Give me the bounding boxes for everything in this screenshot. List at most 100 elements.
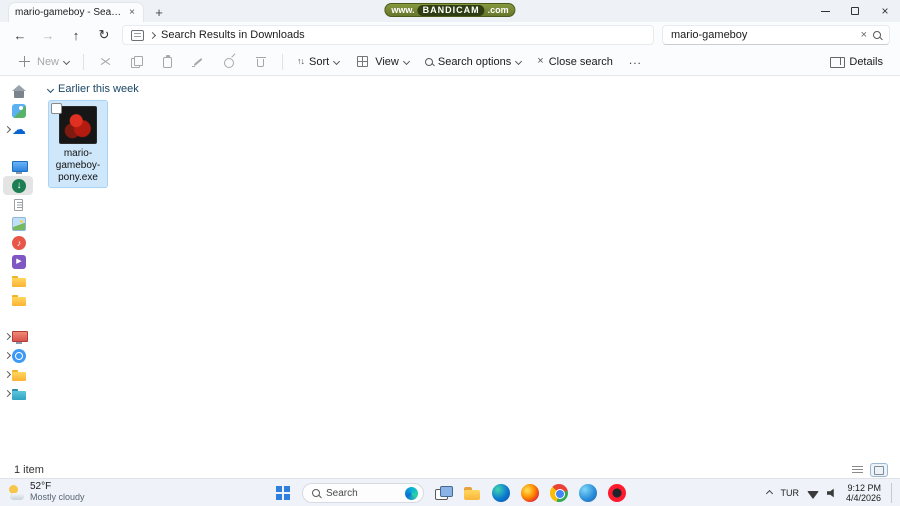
expand-chevron-icon[interactable] [3, 332, 12, 341]
start-button[interactable] [271, 481, 295, 505]
up-button[interactable]: ↑ [66, 28, 86, 43]
breadcrumb[interactable]: Search Results in Downloads [161, 29, 305, 41]
address-bar[interactable]: Search Results in Downloads [122, 25, 654, 45]
sidebar-item-folder-1[interactable] [3, 271, 33, 290]
sidebar-item-documents[interactable] [3, 195, 33, 214]
sidebar-item-folder-3[interactable] [3, 365, 33, 384]
breadcrumb-chevron-icon[interactable] [148, 31, 157, 39]
sidebar-item-gallery[interactable] [3, 101, 33, 120]
close-search-icon: × [537, 55, 544, 67]
watermark-prefix: www. [391, 5, 415, 15]
new-button[interactable]: New [10, 50, 76, 74]
close-search-label: Close search [548, 55, 613, 68]
sort-icon: ↑↓ [297, 56, 305, 66]
chrome-icon [550, 484, 568, 502]
expand-chevron-icon[interactable] [3, 370, 12, 379]
taskbar-chrome-button[interactable] [547, 481, 571, 505]
file-checkbox[interactable] [51, 103, 62, 114]
group-header-label: Earlier this week [58, 83, 139, 95]
expand-chevron-icon[interactable] [3, 389, 12, 398]
search-highlight-icon[interactable] [405, 486, 418, 500]
taskbar-weather-widget[interactable]: 52°F Mostly cloudy [8, 481, 85, 503]
minimize-icon [820, 10, 830, 12]
taskbar-edge-button[interactable] [489, 481, 513, 505]
sidebar-item-onedrive[interactable] [3, 120, 33, 139]
minimize-button[interactable] [810, 0, 840, 22]
tray-overflow-chevron-icon[interactable] [766, 489, 774, 497]
details-view-button[interactable] [848, 463, 866, 477]
chevron-down-icon [515, 57, 523, 66]
language-indicator[interactable]: TUR [780, 488, 799, 498]
close-button[interactable]: × [870, 0, 900, 22]
taskbar-search-label: Search [326, 487, 358, 499]
sidebar-item-downloads[interactable] [3, 176, 33, 195]
explorer-tab[interactable]: mario-gameboy - Search Res × [8, 2, 144, 22]
maximize-icon [851, 7, 859, 15]
expand-chevron-icon[interactable] [3, 125, 12, 134]
weather-temp: 52°F [30, 481, 52, 492]
sidebar-item-this-pc[interactable] [3, 327, 33, 346]
windows-logo-icon [276, 486, 290, 500]
tab-title: mario-gameboy - Search Res [15, 7, 124, 18]
taskbar-clock[interactable]: 9:12 PM 4/4/2026 [846, 483, 881, 503]
group-header[interactable]: Earlier this week [46, 83, 888, 95]
file-list-area[interactable]: Earlier this week mario-gameboy-pony.exe [36, 77, 900, 462]
back-button[interactable]: ← [10, 28, 30, 43]
trash-icon [253, 54, 268, 69]
opera-icon [608, 484, 626, 502]
sidebar-item-videos[interactable] [3, 252, 33, 271]
taskbar-search-icon [312, 489, 320, 497]
paste-button[interactable] [153, 50, 182, 74]
search-value[interactable]: mario-gameboy [671, 29, 855, 41]
cut-button[interactable] [91, 50, 120, 74]
search-options-button[interactable]: Search options [418, 50, 528, 74]
sidebar-item-network[interactable] [3, 346, 33, 365]
search-icon[interactable] [873, 31, 881, 39]
taskbar-opera-button[interactable] [605, 481, 629, 505]
refresh-button[interactable]: ↻ [94, 27, 114, 43]
close-search-button[interactable]: × Close search [530, 50, 620, 74]
volume-icon[interactable] [826, 488, 834, 498]
view-button[interactable]: View [348, 50, 416, 74]
share-button[interactable] [215, 50, 244, 74]
tab-close-icon[interactable]: × [127, 7, 137, 18]
sort-label: Sort [309, 55, 330, 68]
taskbar-center: Search [271, 481, 629, 505]
view-icon [355, 54, 370, 69]
wifi-icon[interactable] [806, 490, 819, 499]
more-options-button[interactable]: ... [622, 50, 649, 74]
taskbar-search[interactable]: Search [302, 483, 424, 503]
copy-button[interactable] [122, 50, 151, 74]
file-explorer-icon [463, 484, 481, 502]
clock-date: 4/4/2026 [845, 493, 881, 503]
sort-button[interactable]: ↑↓ Sort [290, 50, 346, 74]
firefox-icon [521, 484, 539, 502]
sidebar-item-home[interactable] [3, 82, 33, 101]
taskbar-task-view-button[interactable] [431, 481, 455, 505]
forward-button[interactable]: → [38, 28, 58, 43]
delete-button[interactable] [246, 50, 275, 74]
clear-search-icon[interactable]: × [861, 29, 867, 41]
sidebar-item-pictures[interactable] [3, 214, 33, 233]
details-pane-button[interactable]: Details [822, 50, 890, 74]
search-box[interactable]: mario-gameboy × [662, 25, 890, 45]
file-item-mario-gameboy-pony[interactable]: mario-gameboy-pony.exe [48, 100, 108, 189]
sidebar-item-desktop[interactable] [3, 157, 33, 176]
collapse-group-icon[interactable] [46, 85, 55, 93]
rename-button[interactable] [184, 50, 213, 74]
sidebar-item-folder-2[interactable] [3, 290, 33, 309]
large-icons-view-button[interactable] [870, 463, 888, 477]
new-tab-button[interactable]: + [150, 3, 168, 21]
sidebar-item-music[interactable] [3, 233, 33, 252]
taskbar-firefox-button[interactable] [518, 481, 542, 505]
taskbar-file-explorer-button[interactable] [460, 481, 484, 505]
view-label: View [375, 55, 399, 68]
sidebar-item-folder-4[interactable] [3, 384, 33, 403]
expand-chevron-icon[interactable] [3, 351, 12, 360]
folder-2-icon [12, 293, 26, 307]
pictures-icon [12, 216, 26, 231]
show-desktop-button[interactable] [891, 483, 894, 503]
maximize-restore-button[interactable] [840, 0, 870, 22]
taskbar-edge-beta-button[interactable] [576, 481, 600, 505]
file-name: mario-gameboy-pony.exe [55, 148, 101, 183]
